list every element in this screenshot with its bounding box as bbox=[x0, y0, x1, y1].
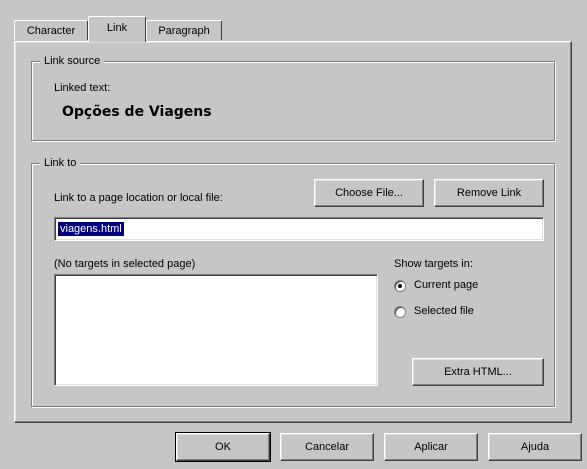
radio-current-page-indicator[interactable] bbox=[394, 280, 406, 292]
radio-current-page-label: Current page bbox=[414, 279, 479, 291]
linked-text-value: Opções de Viagens bbox=[62, 104, 212, 120]
apply-button-label: Aplicar bbox=[414, 441, 448, 453]
radio-selected-file-label: Selected file bbox=[414, 305, 474, 317]
tab-character[interactable]: Character bbox=[14, 20, 88, 40]
radio-current-page[interactable]: Current page bbox=[394, 278, 534, 294]
link-url-input[interactable]: viagens.html bbox=[54, 217, 544, 241]
link-to-group: Link to Link to a page location or local… bbox=[31, 156, 555, 407]
link-to-field-label: Link to a page location or local file: bbox=[54, 192, 223, 204]
choose-file-button[interactable]: Choose File... bbox=[314, 179, 424, 207]
link-url-value: viagens.html bbox=[58, 222, 124, 236]
show-targets-label: Show targets in: bbox=[394, 258, 473, 270]
cancel-button[interactable]: Cancelar bbox=[280, 433, 374, 461]
remove-link-button[interactable]: Remove Link bbox=[434, 179, 544, 207]
link-source-group: Link source Linked text: Opções de Viage… bbox=[31, 54, 555, 141]
cancel-button-label: Cancelar bbox=[304, 441, 350, 453]
tab-character-label: Character bbox=[26, 25, 76, 37]
link-to-legend: Link to bbox=[40, 156, 81, 170]
extra-html-button[interactable]: Extra HTML... bbox=[412, 358, 544, 386]
link-tab-panel: Link source Linked text: Opções de Viage… bbox=[14, 41, 572, 423]
extra-html-button-label: Extra HTML... bbox=[444, 366, 512, 378]
ok-button-label: OK bbox=[215, 441, 231, 453]
tab-paragraph-label: Paragraph bbox=[158, 25, 210, 37]
help-button-label: Ajuda bbox=[520, 441, 550, 453]
link-source-legend: Link source bbox=[40, 54, 105, 68]
tab-link[interactable]: Link bbox=[88, 16, 146, 42]
radio-selected-file[interactable]: Selected file bbox=[394, 304, 534, 320]
targets-listbox[interactable] bbox=[54, 274, 378, 386]
linked-text-label: Linked text: bbox=[54, 82, 111, 94]
apply-button[interactable]: Aplicar bbox=[384, 433, 478, 461]
choose-file-button-label: Choose File... bbox=[335, 187, 403, 199]
ok-button[interactable]: OK bbox=[175, 432, 271, 462]
targets-list-label: (No targets in selected page) bbox=[54, 258, 196, 270]
remove-link-button-label: Remove Link bbox=[456, 187, 522, 199]
radio-selected-file-indicator[interactable] bbox=[394, 306, 406, 318]
tab-paragraph[interactable]: Paragraph bbox=[146, 20, 222, 40]
tab-link-label: Link bbox=[106, 22, 128, 34]
help-button[interactable]: Ajuda bbox=[488, 433, 582, 461]
